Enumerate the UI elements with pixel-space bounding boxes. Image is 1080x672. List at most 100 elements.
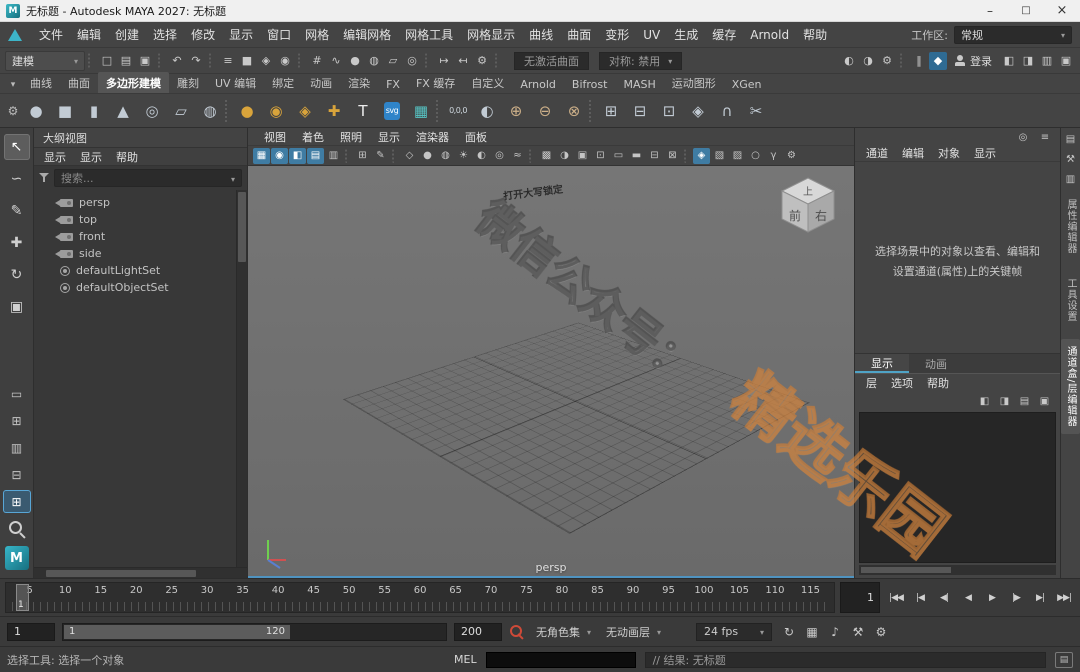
render-settings-icon[interactable]: ⚙ bbox=[878, 52, 896, 70]
mute-audio-icon[interactable]: ♪ bbox=[825, 622, 845, 642]
boolean-intersection-icon[interactable]: ⊗ bbox=[560, 97, 588, 125]
toggle-ui-left-icon[interactable]: ◧ bbox=[1000, 52, 1018, 70]
filter-icon[interactable] bbox=[39, 173, 49, 183]
outliner-item[interactable]: defaultObjectSet bbox=[42, 279, 236, 296]
layer-list-scrollbar[interactable] bbox=[859, 565, 1056, 575]
menubar-item[interactable]: 生成 bbox=[667, 26, 705, 43]
current-frame-field[interactable]: 1 bbox=[840, 582, 880, 613]
channel-settings-icon[interactable]: ≡ bbox=[1038, 130, 1052, 144]
menubar-item[interactable]: 修改 bbox=[184, 26, 222, 43]
shelf-tab[interactable]: FX 缓存 bbox=[408, 72, 463, 93]
snap-curve-icon[interactable]: ∿ bbox=[327, 52, 345, 70]
step-back-key-button[interactable]: |◀ bbox=[909, 582, 931, 613]
make-live-icon[interactable]: ◎ bbox=[403, 52, 421, 70]
outliner-item[interactable]: persp bbox=[42, 194, 236, 211]
bridge-icon[interactable]: ∩ bbox=[713, 97, 741, 125]
layer-editor-menu-item[interactable]: 帮助 bbox=[920, 375, 956, 391]
zoom-tool-icon[interactable] bbox=[6, 518, 28, 540]
shelf-icon[interactable] bbox=[436, 99, 443, 122]
camera-attributes-icon[interactable]: ◧ bbox=[289, 147, 306, 164]
shelf-tab[interactable]: Bifrost bbox=[564, 75, 616, 93]
evaluation-toolkit-icon[interactable]: ⚒ bbox=[848, 622, 868, 642]
layer-options-icon[interactable]: ▣ bbox=[1037, 394, 1052, 409]
sidebar-tab[interactable]: 工具设置 bbox=[1061, 271, 1080, 329]
go-to-end-button[interactable]: ▶▶| bbox=[1053, 582, 1075, 613]
toggle-channelbox-icon[interactable]: ▥ bbox=[1038, 52, 1056, 70]
xray-joints-icon[interactable]: ▨ bbox=[729, 148, 746, 164]
menubar-item[interactable]: 窗口 bbox=[260, 26, 298, 43]
mel-input[interactable] bbox=[485, 651, 636, 668]
input-connections-icon[interactable]: ↦ bbox=[435, 52, 453, 70]
shelf-tab[interactable]: FX bbox=[378, 75, 408, 93]
type-mesh-icon[interactable]: ▦ bbox=[407, 97, 435, 125]
safe-title-icon[interactable]: ⊠ bbox=[664, 148, 681, 164]
mirror-icon[interactable]: ◐ bbox=[473, 97, 501, 125]
bookmarks-icon[interactable]: ▤ bbox=[307, 147, 324, 164]
status-icon[interactable] bbox=[900, 52, 906, 69]
scale-tool[interactable]: ▣ bbox=[4, 294, 30, 320]
shelf-tab[interactable]: XGen bbox=[724, 75, 770, 93]
channel-box-menu-item[interactable]: 对象 bbox=[931, 145, 967, 161]
layout-persp-outliner-button[interactable]: ▥ bbox=[4, 437, 30, 458]
field-chart-icon[interactable]: ⊡ bbox=[592, 148, 609, 164]
snap-to-origin-icon[interactable]: 0,0,0 bbox=[444, 97, 472, 125]
animation-layer-select[interactable]: 无动画层 bbox=[602, 624, 665, 640]
outliner-menu-item[interactable]: 帮助 bbox=[110, 149, 144, 165]
menubar-item[interactable]: 缓存 bbox=[705, 26, 743, 43]
2d-pan-zoom-icon[interactable]: ⊞ bbox=[354, 148, 371, 164]
maximize-icon[interactable] bbox=[1008, 0, 1044, 21]
layer-editor-tab[interactable]: 动画 bbox=[909, 354, 963, 373]
outliner-item[interactable]: defaultLightSet bbox=[42, 262, 236, 279]
render-current-frame-icon[interactable]: ◐ bbox=[840, 52, 858, 70]
toggle-single-pane-icon[interactable]: ▣ bbox=[1057, 52, 1075, 70]
construction-history-icon[interactable]: ⚙ bbox=[473, 52, 491, 70]
gamma-icon[interactable]: γ bbox=[765, 148, 782, 164]
grab-sculpt-icon[interactable]: ◈ bbox=[291, 97, 319, 125]
menubar-item[interactable]: 创建 bbox=[108, 26, 146, 43]
step-back-frame-button[interactable]: ◀| bbox=[933, 582, 955, 613]
knife-sculpt-icon[interactable]: ✚ bbox=[320, 97, 348, 125]
viewport-toolbar-icon[interactable] bbox=[684, 148, 690, 163]
shelf-tab[interactable]: MASH bbox=[615, 75, 663, 93]
status-icon[interactable] bbox=[298, 52, 304, 69]
bevel-icon[interactable]: ◈ bbox=[684, 97, 712, 125]
sidebar-channel-box-icon[interactable]: ▥ bbox=[1064, 172, 1078, 186]
poly-cube-icon[interactable]: ■ bbox=[51, 97, 79, 125]
outliner-menu-item[interactable]: 显示 bbox=[38, 149, 72, 165]
shelf-tab[interactable]: Arnold bbox=[512, 75, 564, 93]
menubar-item[interactable]: 曲线 bbox=[522, 26, 560, 43]
xray-icon[interactable]: ▧ bbox=[711, 148, 728, 164]
menubar-item[interactable]: 显示 bbox=[222, 26, 260, 43]
menubar-item[interactable]: 网格 bbox=[298, 26, 336, 43]
play-backwards-button[interactable]: ◀ bbox=[957, 582, 979, 613]
select-component-icon[interactable]: ◈ bbox=[257, 52, 275, 70]
redo-icon[interactable]: ↷ bbox=[187, 52, 205, 70]
move-tool[interactable]: ✚ bbox=[4, 230, 30, 256]
ambient-occlusion-icon[interactable]: ◎ bbox=[491, 148, 508, 164]
isolate-select-icon[interactable]: ▣ bbox=[574, 148, 591, 164]
snap-grid-icon[interactable]: # bbox=[308, 52, 326, 70]
viewport-toolbar-icon[interactable] bbox=[529, 148, 535, 163]
gate-mask-icon[interactable]: ▬ bbox=[628, 148, 645, 164]
snap-projection-icon[interactable]: ◍ bbox=[365, 52, 383, 70]
sidebar-attribute-editor-icon[interactable]: ▤ bbox=[1064, 132, 1078, 146]
poly-cylinder-icon[interactable]: ▮ bbox=[80, 97, 108, 125]
channel-box-menu-item[interactable]: 显示 bbox=[967, 145, 1003, 161]
go-to-start-button[interactable]: |◀◀ bbox=[885, 582, 907, 613]
channel-box-menu-item[interactable]: 编辑 bbox=[895, 145, 931, 161]
menubar-item[interactable]: 变形 bbox=[598, 26, 636, 43]
menubar-item[interactable]: 网格显示 bbox=[460, 26, 522, 43]
shelf-tab[interactable]: UV 编辑 bbox=[207, 72, 264, 93]
shelf-tab[interactable]: 动画 bbox=[302, 72, 340, 93]
viewport-menu-item[interactable]: 着色 bbox=[294, 129, 332, 145]
save-scene-icon[interactable]: ▣ bbox=[136, 52, 154, 70]
shelf-icon[interactable] bbox=[589, 99, 596, 122]
close-icon[interactable] bbox=[1044, 0, 1080, 21]
outliner-item[interactable]: top bbox=[42, 211, 236, 228]
viewport-canvas[interactable]: 上 前 右 打开大写锁定 persp bbox=[248, 166, 854, 578]
safe-action-icon[interactable]: ⊟ bbox=[646, 148, 663, 164]
menubar-item[interactable]: 曲面 bbox=[560, 26, 598, 43]
poly-plane-icon[interactable]: ▱ bbox=[167, 97, 195, 125]
menubar-item[interactable]: 帮助 bbox=[796, 26, 834, 43]
status-icon[interactable] bbox=[209, 52, 215, 69]
